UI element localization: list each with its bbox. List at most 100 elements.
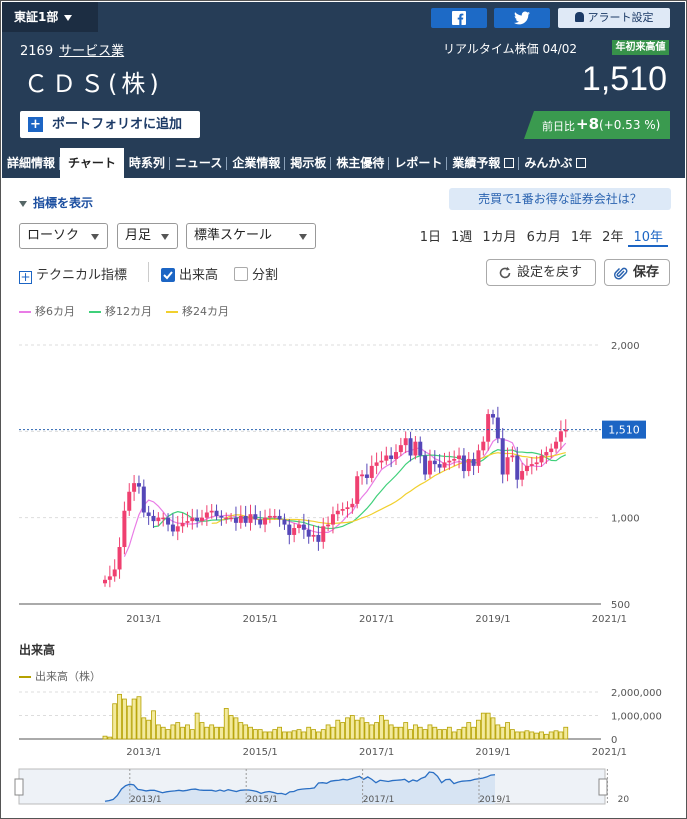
reset-settings-button[interactable]: 設定を戻す (486, 259, 596, 286)
volume-bar (117, 693, 122, 740)
candle (238, 515, 243, 523)
save-label: 保存 (633, 265, 660, 280)
moving-averages (123, 437, 567, 557)
range-1[interactable]: 1週 (446, 226, 477, 247)
navigator-left-handle[interactable] (14, 778, 24, 796)
tab-company[interactable]: 企業情報 (227, 154, 286, 178)
candle (311, 534, 316, 537)
candle (364, 474, 369, 478)
candle (418, 441, 423, 456)
securities-link[interactable]: 売買で1番お得な証券会社は？ (449, 188, 671, 210)
volume-bar (534, 732, 540, 740)
range-0[interactable]: 1日 (415, 226, 446, 247)
candle (495, 417, 500, 439)
volume-bar (112, 703, 118, 740)
tab-benefits[interactable]: 株主優待 (331, 154, 390, 178)
bell-icon (574, 12, 584, 22)
add-portfolio-button[interactable]: + ポートフォリオに追加 (20, 111, 200, 138)
range-2[interactable]: 1カ月 (477, 226, 521, 247)
volume-tick-label: 2,000,000 (611, 688, 662, 699)
volume-bar (509, 729, 515, 740)
tab-label: みんかぶ (524, 156, 573, 170)
volume-bar (359, 717, 365, 740)
navigator-tick-label: 2017/1 (363, 795, 395, 805)
facebook-icon (452, 11, 466, 25)
candle (306, 529, 311, 537)
volume-bar (446, 726, 452, 740)
range-6[interactable]: 10年 (628, 226, 668, 247)
volume-title: 出来高 (19, 643, 56, 657)
tab-report[interactable]: レポート (389, 154, 448, 178)
stock-code: 2169 (20, 44, 54, 59)
legend-swatch (166, 311, 178, 313)
candle (229, 517, 234, 520)
volume-bar (122, 698, 127, 740)
split-check-label: 分割 (252, 268, 279, 283)
volume-bar (335, 719, 341, 740)
volume-bar (102, 735, 108, 740)
portfolio-label: ポートフォリオに追加 (52, 117, 183, 132)
candle (427, 460, 432, 475)
candle (558, 431, 563, 442)
volume-checkbox[interactable]: 出来高 (161, 264, 218, 283)
tab-chart[interactable]: チャート (60, 148, 124, 178)
legend-label: 移6カ月 (35, 305, 75, 318)
candle (248, 514, 253, 523)
volume-bar (131, 698, 137, 740)
market-selector[interactable]: 東証1部 (2, 2, 98, 32)
facebook-share-button[interactable] (431, 8, 487, 28)
volume-bar (485, 712, 491, 740)
volume-bar (325, 724, 331, 740)
volume-bar (412, 724, 418, 740)
candle (389, 455, 394, 459)
volume-bar (151, 710, 156, 740)
candle (233, 517, 238, 523)
candle (369, 465, 374, 478)
volume-bar (282, 731, 287, 740)
chart-type-select[interactable]: ローソク (19, 223, 108, 249)
volume-bar (369, 724, 375, 740)
range-3[interactable]: 6カ月 (522, 226, 566, 247)
show-indicators-toggle[interactable]: 指標を表示 (19, 194, 93, 211)
alert-settings-button[interactable]: アラート設定 (558, 8, 670, 28)
save-button[interactable]: 保存 (604, 259, 670, 286)
volume-x-tick-label: 2015/1 (243, 747, 278, 758)
volume-bar (248, 726, 253, 740)
tab-news[interactable]: ニュース (170, 154, 228, 178)
candle (355, 476, 360, 504)
candle (103, 579, 107, 584)
market-label: 東証1部 (14, 10, 59, 24)
candle (549, 448, 554, 453)
technical-indicators-button[interactable]: + テクニカル指標 (19, 264, 127, 284)
tab-timeseries[interactable]: 時系列 (124, 154, 170, 178)
tab-forecast[interactable]: 業績予報 (447, 154, 520, 178)
volume-bar (427, 724, 433, 740)
plus-box-icon: + (19, 270, 32, 284)
candle (442, 462, 447, 468)
tab-details[interactable]: 詳細情報 (2, 154, 61, 178)
range-5[interactable]: 2年 (597, 226, 628, 247)
volume-bar (398, 726, 404, 740)
tech-label: テクニカル指標 (36, 268, 128, 283)
x-tick-label: 2015/1 (243, 614, 278, 625)
scale-select[interactable]: 標準スケール (186, 223, 316, 249)
range-4[interactable]: 1年 (566, 226, 597, 247)
volume-legend: 出来高（株） (19, 668, 101, 684)
candle (175, 526, 180, 532)
realtime-label: リアルタイム株価 (443, 42, 539, 56)
split-checkbox[interactable]: 分割 (234, 264, 278, 283)
candle (539, 455, 544, 463)
industry-link[interactable]: サービス業 (59, 44, 124, 59)
volume-bar (301, 731, 307, 740)
navigator-right-handle[interactable] (598, 778, 608, 796)
candle (379, 460, 384, 463)
tab-board[interactable]: 掲示板 (285, 154, 332, 178)
tab-minkabu[interactable]: みんかぶ (519, 154, 591, 178)
period-select[interactable]: 月足 (117, 223, 178, 249)
twitter-share-button[interactable] (494, 8, 550, 28)
volume-bar (180, 726, 186, 740)
volume-bar (238, 722, 244, 740)
navigator[interactable] (18, 768, 606, 805)
candle (466, 458, 471, 472)
x-tick-label: 2019/1 (475, 614, 510, 625)
